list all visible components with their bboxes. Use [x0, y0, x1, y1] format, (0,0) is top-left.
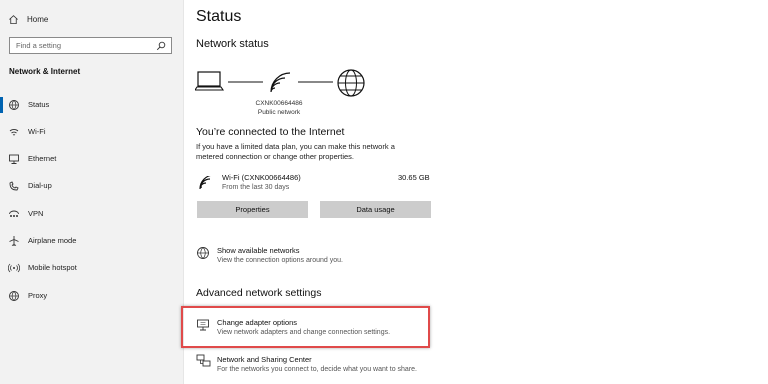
- active-indicator: [0, 97, 3, 113]
- ethernet-icon: [9, 154, 19, 164]
- vpn-icon: [9, 210, 19, 217]
- sidebar-item-label: Mobile hotspot: [28, 263, 77, 272]
- sidebar-item-label: Proxy: [28, 291, 48, 300]
- connection-name: Wi-Fi (CXNK00664486): [222, 173, 301, 182]
- data-usage-button[interactable]: Data usage: [320, 201, 431, 218]
- hotspot-icon: [8, 263, 20, 273]
- network-type: Public network: [257, 109, 301, 116]
- sharing-center-icon: [196, 354, 211, 367]
- sidebar-item-proxy[interactable]: Proxy: [0, 286, 183, 306]
- home-icon: [9, 14, 18, 24]
- network-diagram: [195, 69, 365, 97]
- home-label: Home: [27, 14, 49, 24]
- network-name: CXNK00664486: [255, 100, 303, 107]
- search-box: [9, 37, 172, 54]
- sidebar-item-status[interactable]: Status: [0, 95, 183, 115]
- show-networks-description: View the connection options around you.: [217, 257, 343, 264]
- connected-heading: You’re connected to the Internet: [196, 126, 345, 138]
- globe-status-icon: [9, 100, 19, 110]
- connected-description: If you have a limited data plan, you can…: [196, 142, 395, 151]
- sidebar-item-dial-up[interactable]: Dial-up: [0, 176, 183, 196]
- sidebar-item-vpn[interactable]: VPN: [0, 204, 183, 224]
- internet-globe-icon: [337, 69, 365, 97]
- highlight-box: [181, 306, 430, 348]
- sidebar-item-label: Dial-up: [28, 181, 52, 190]
- network-status-heading: Network status: [196, 38, 269, 50]
- sidebar: Home Network & Internet Status Wi-Fi Eth…: [0, 0, 183, 384]
- dial-up-icon: [9, 181, 19, 191]
- section-title: Network & Internet: [9, 67, 81, 76]
- airplane-icon: [9, 236, 19, 246]
- search-icon[interactable]: [156, 41, 166, 51]
- sidebar-item-wifi[interactable]: Wi-Fi: [0, 122, 183, 142]
- page-title: Status: [196, 8, 242, 25]
- sidebar-item-label: Ethernet: [28, 154, 57, 163]
- connected-description: metered connection or change other prope…: [196, 152, 355, 161]
- advanced-heading: Advanced network settings: [196, 287, 322, 299]
- sidebar-item-label: Status: [28, 100, 50, 109]
- laptop-icon: [195, 71, 225, 91]
- globe-network-icon: [197, 247, 209, 259]
- sidebar-item-label: VPN: [28, 209, 44, 218]
- show-networks-link[interactable]: Show available networks: [217, 246, 300, 255]
- wifi-signal-icon: [270, 72, 291, 93]
- sidebar-item-label: Wi-Fi: [28, 127, 46, 136]
- wifi-signal-icon: [199, 176, 211, 190]
- sidebar-item-ethernet[interactable]: Ethernet: [0, 149, 183, 169]
- sharing-center-link[interactable]: Network and Sharing Center: [217, 355, 312, 364]
- sharing-center-description: For the networks you connect to, decide …: [217, 366, 417, 373]
- wifi-icon: [9, 129, 19, 136]
- home-link[interactable]: Home: [8, 12, 48, 26]
- connection-period: From the last 30 days: [222, 184, 290, 191]
- properties-button[interactable]: Properties: [197, 201, 308, 218]
- sidebar-item-airplane-mode[interactable]: Airplane mode: [0, 231, 183, 251]
- sidebar-item-mobile-hotspot[interactable]: Mobile hotspot: [0, 258, 183, 278]
- sidebar-item-label: Airplane mode: [28, 236, 77, 245]
- globe-icon: [9, 291, 19, 301]
- data-usage-amount: 30.65 GB: [398, 173, 430, 182]
- search-input[interactable]: [10, 41, 156, 50]
